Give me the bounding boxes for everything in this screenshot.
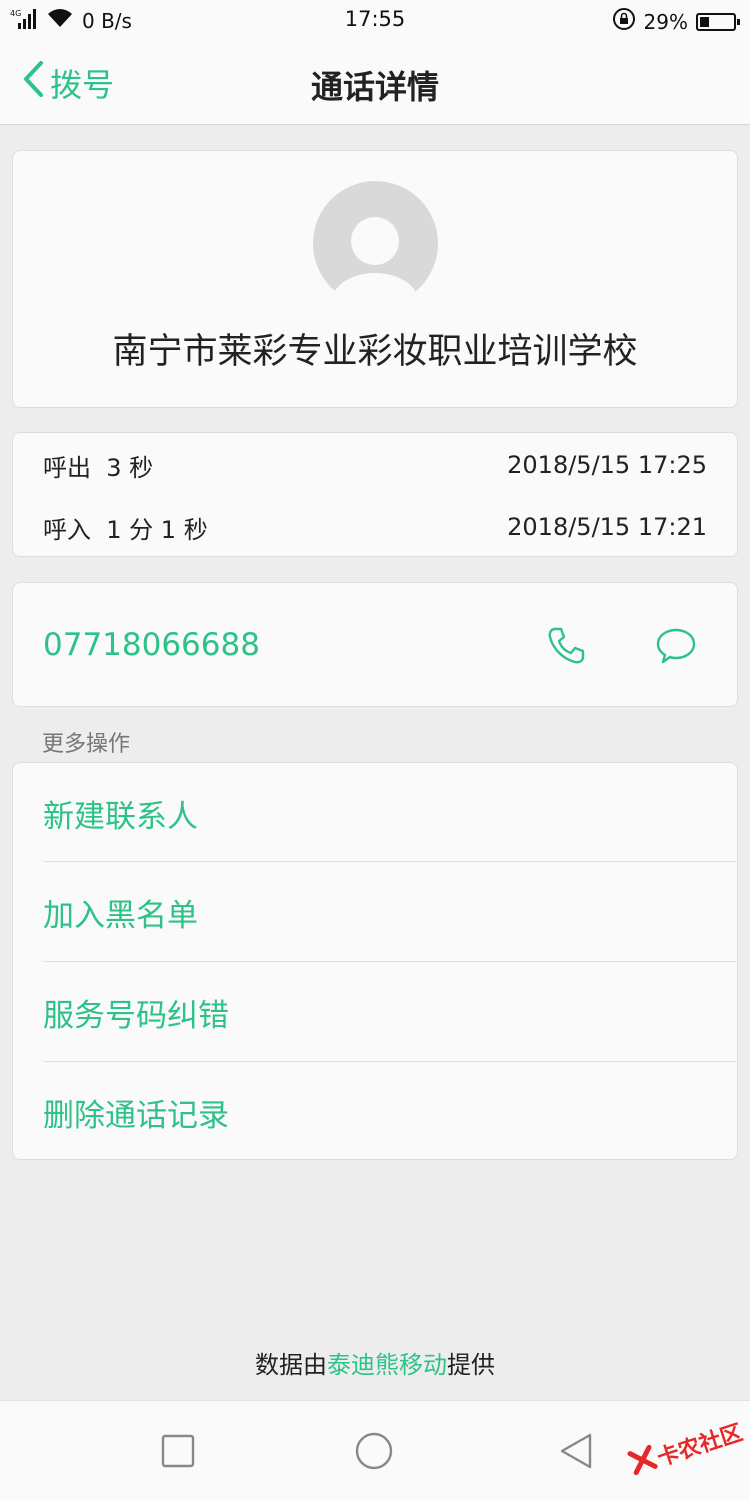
back-nav-button[interactable] [556,1431,596,1471]
avatar-head [351,217,399,265]
credit-brand-link[interactable]: 泰迪熊移动 [327,1351,447,1379]
contact-card: 南宁市莱彩专业彩妆职业培训学校 [12,150,738,408]
contact-name: 南宁市莱彩专业彩妆职业培训学校 [112,332,638,372]
call-type-duration: 呼出 3 秒 [43,448,153,483]
status-bar-right: 29% [612,7,740,36]
new-contact-button[interactable]: 新建联系人 [43,763,737,863]
report-number-error-button[interactable]: 服务号码纠错 [43,962,737,1062]
battery-percent: 29% [643,9,688,34]
rotation-lock-icon [612,7,636,36]
data-provider-credit: 数据由泰迪熊移动提供 [0,1345,750,1380]
call-history-card: 呼出 3 秒 2018/5/15 17:25 呼入 1 分 1 秒 2018/5… [12,432,738,557]
avatar-body [331,273,419,306]
page-title: 通话详情 [310,68,439,106]
call-record: 呼入 1 分 1 秒 2018/5/15 17:21 [43,507,707,547]
phone-number[interactable]: 07718066688 [43,627,260,663]
app-header: 拨号 通话详情 [0,40,750,125]
message-icon[interactable] [655,625,697,667]
call-type: 呼出 [43,453,91,482]
avatar [313,181,438,306]
add-to-blacklist-button[interactable]: 加入黑名单 [43,862,737,962]
call-duration: 3 秒 [106,453,154,482]
recent-apps-button[interactable] [158,1431,198,1471]
more-actions-card: 新建联系人 加入黑名单 服务号码纠错 删除通话记录 [12,762,738,1160]
call-type: 呼入 [43,515,91,544]
battery-icon [696,12,740,31]
call-datetime: 2018/5/15 17:25 [507,451,707,479]
call-type-duration: 呼入 1 分 1 秒 [43,510,208,545]
home-button[interactable] [354,1431,394,1471]
call-datetime: 2018/5/15 17:21 [507,513,707,541]
battery-level [700,16,709,27]
number-card: 07718066688 [12,582,738,707]
call-record: 呼出 3 秒 2018/5/15 17:25 [43,445,707,485]
call-duration: 1 分 1 秒 [106,515,208,544]
credit-suffix: 提供 [447,1351,495,1379]
delete-call-log-button[interactable]: 删除通话记录 [43,1062,737,1162]
more-actions-label: 更多操作 [42,732,131,757]
credit-prefix: 数据由 [255,1351,327,1379]
status-bar: 4G 0 B/s 17:55 29% [0,0,750,40]
phone-icon[interactable] [545,625,587,667]
